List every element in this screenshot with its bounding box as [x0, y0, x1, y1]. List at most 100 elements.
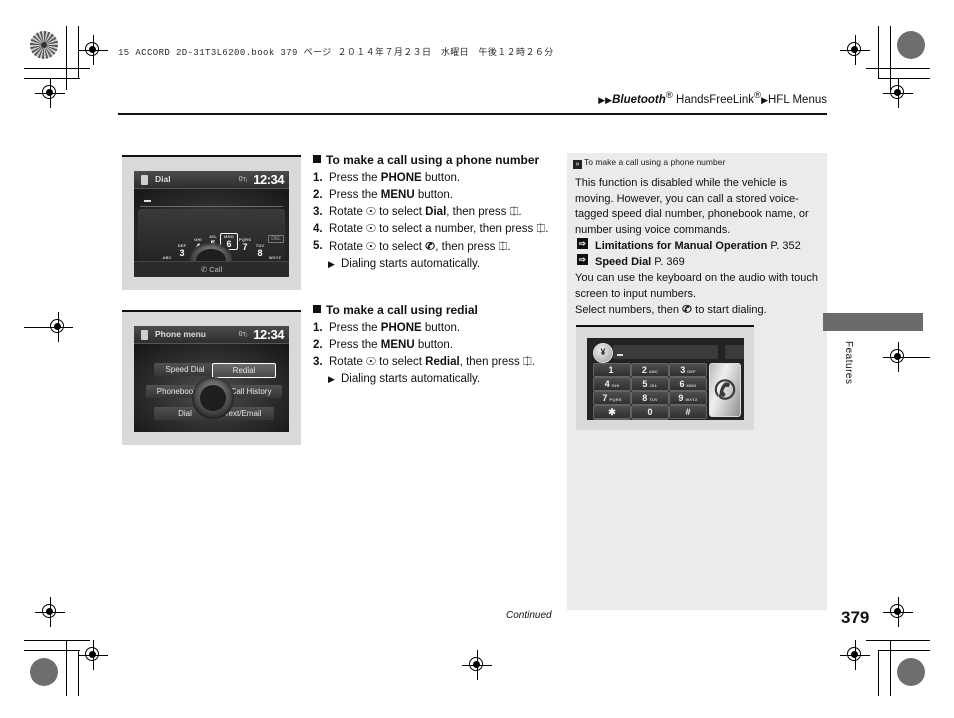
dial-screen-title: Dial — [155, 174, 171, 184]
registration-mark-bottom-left-inner — [78, 640, 108, 670]
dial-knob-icon: ☉ — [365, 223, 377, 235]
bluetooth-icon — [141, 329, 148, 340]
keypad-key-9[interactable]: 9 WXYZ — [669, 391, 707, 405]
registration-mark-top-left — [78, 35, 108, 65]
chapter-tab-bar — [823, 313, 923, 331]
keypad-key-4[interactable]: 4 GHI — [593, 377, 631, 391]
page-number: 379 — [841, 608, 870, 627]
step-4: 4. Rotate ☉ to select a number, then pres… — [313, 221, 553, 238]
registration-mark-bottom-right — [840, 640, 870, 670]
keypad-key-3[interactable]: 3 DEF — [669, 363, 707, 377]
dial-number-input[interactable] — [140, 193, 283, 207]
phone-menu-body: Speed Dial Redial Phonebook Call History… — [134, 344, 289, 432]
crop-mark-bl-h1 — [24, 640, 90, 641]
step-3: 3. Rotate ☉ to select Dial, then press ⎅. — [313, 204, 553, 221]
phone-button-label: PHONE — [380, 172, 422, 184]
keypad-key-6[interactable]: 6 MNO — [669, 377, 707, 391]
step-number: 1. — [313, 172, 323, 184]
step-number: 3. — [313, 206, 323, 218]
keypad-delete-button[interactable]: ☒ — [725, 345, 744, 359]
crop-mark-tr-v2 — [878, 26, 879, 78]
step-5: 5. Rotate ☉ to select ✆, then press ⎅. — [313, 238, 553, 256]
menu-item-redial-selected[interactable]: Redial — [212, 363, 276, 378]
note-reference-speed-dial[interactable]: ⇨ Speed Dial P. 369 — [575, 254, 821, 270]
registration-mark-bottom-center — [462, 650, 492, 680]
phone-handset-icon: ✆ — [200, 265, 208, 274]
breadcrumb-triangle-3: ▶ — [761, 94, 768, 105]
chapter-tab-label: Features — [843, 341, 854, 385]
note-paragraph-3: Select numbers, then ✆ to start dialing. — [575, 303, 767, 316]
step-number: 2. — [313, 339, 323, 351]
instructions-section-redial: To make a call using redial 1. Press the … — [313, 302, 553, 388]
step-number: 1. — [313, 322, 323, 334]
keypad-screen: ¥ ☒ 1 2ABC 3DEF 4GHI 5JKL 6MNO 7PQRS 8TU… — [587, 338, 744, 420]
menu-button-label: MENU — [380, 189, 415, 201]
keypad-call-button[interactable]: ✆ — [709, 363, 741, 417]
keypad-key-hash[interactable]: # — [669, 405, 707, 419]
keypad-key-plus[interactable]: + — [593, 419, 631, 420]
language-globe-icon[interactable]: ¥ — [593, 343, 613, 363]
step-number: 4. — [313, 223, 323, 235]
phone-menu-screen-figure: Phone menu 0тⱼ 12:34 Speed Dial Redial P… — [122, 310, 301, 445]
crop-mark-br-h2 — [878, 650, 930, 651]
signal-strength-indicator: 0тⱼ — [238, 330, 247, 338]
dial-screen: Dial 0тⱼ 12:34 1 ABC2 DEF3 GHI4 JKL5 MNO… — [134, 171, 289, 277]
crop-mark-tr-h1 — [866, 68, 930, 69]
crop-mark-tl-v2 — [78, 26, 79, 78]
keypad-key-1[interactable]: 1 — [593, 363, 631, 377]
registration-mark-top-right — [840, 35, 870, 65]
print-star-mark-top-left — [30, 31, 58, 59]
crop-mark-tl-h1 — [24, 68, 90, 69]
keypad-screen-figure: ¥ ☒ 1 2ABC 3DEF 4GHI 5JKL 6MNO 7PQRS 8TU… — [576, 325, 754, 430]
menu-button-label: MENU — [380, 339, 415, 351]
keypad-key-pause[interactable]: P — [631, 419, 669, 420]
breadcrumb: ▶▶Bluetooth® HandsFreeLink®▶HFL Menus — [598, 90, 827, 106]
dial-delete-label[interactable]: DEL — [268, 235, 284, 243]
keypad-key-2[interactable]: 2 ABC — [631, 363, 669, 377]
keypad-key-7[interactable]: 7 PQRS — [593, 391, 631, 405]
breadcrumb-bluetooth: Bluetooth — [612, 93, 666, 106]
dial-knob-icon: ☉ — [365, 206, 377, 218]
instructions-section-phone-number: To make a call using a phone number 1. Pr… — [313, 152, 553, 273]
phone-menu-status-bar: Phone menu 0тⱼ 12:34 — [134, 326, 289, 344]
dial-knob-icon: ☉ — [365, 241, 377, 253]
keypad-key-0[interactable]: 0 — [631, 405, 669, 419]
triangle-bullet-icon: ▶ — [328, 374, 335, 384]
header-rule — [118, 113, 827, 115]
note-paragraph-2: You can use the keyboard on the audio wi… — [575, 272, 818, 300]
dial-key-3[interactable]: DEF 3 — [175, 243, 189, 258]
dial-key-7[interactable]: PQRS 7 — [237, 237, 253, 252]
step-3: 3. Rotate ☉ to select Redial, then press … — [313, 354, 553, 371]
step-2: 2. Press the MENU button. — [313, 187, 553, 204]
note-marker-icon: » — [573, 160, 582, 169]
dial-key-8[interactable]: TUV 8 — [253, 243, 267, 258]
dial-call-footer[interactable]: ✆ Call — [134, 261, 289, 277]
jump-arrow-icon: ⇨ — [577, 238, 588, 249]
continued-label: Continued — [506, 610, 552, 621]
step-number: 2. — [313, 189, 323, 201]
note-references: ⇨ Limitations for Manual Operation P. 352… — [575, 238, 821, 270]
keypad-number-field[interactable] — [613, 345, 718, 359]
dial-call-label: Call — [209, 265, 223, 274]
phone-handset-icon: ✆ — [714, 375, 736, 405]
step-note-dialing: ▶ Dialing starts automatically. — [313, 371, 553, 388]
keypad-body: ¥ ☒ 1 2ABC 3DEF 4GHI 5JKL 6MNO 7PQRS 8TU… — [587, 338, 744, 420]
note-reference-limitations[interactable]: ⇨ Limitations for Manual Operation P. 352 — [575, 238, 821, 254]
keypad-key-star[interactable]: ✱ — [593, 405, 631, 419]
rotary-knob-graphic — [192, 377, 234, 419]
phone-handset-icon: ✆ — [425, 240, 436, 253]
enter-knob-icon: ⎅ — [522, 356, 532, 368]
crop-mark-bl-h2 — [24, 650, 80, 651]
crop-mark-left-tick — [24, 327, 64, 328]
step-1: 1. Press the PHONE button. — [313, 170, 553, 187]
phone-handset-icon: ✆ — [682, 303, 693, 316]
phone-menu-screen-title: Phone menu — [155, 329, 207, 339]
text-cursor — [144, 200, 151, 202]
keypad-key-8[interactable]: 8 TUV — [631, 391, 669, 405]
phone-menu-clock: 12:34 — [253, 327, 284, 342]
keypad-key-5[interactable]: 5 JKL — [631, 377, 669, 391]
dial-knob-icon: ☉ — [365, 356, 377, 368]
dial-option-label: Dial — [425, 206, 447, 218]
menu-item-speed-dial[interactable]: Speed Dial — [154, 363, 216, 376]
breadcrumb-registered-2: ® — [754, 90, 762, 101]
